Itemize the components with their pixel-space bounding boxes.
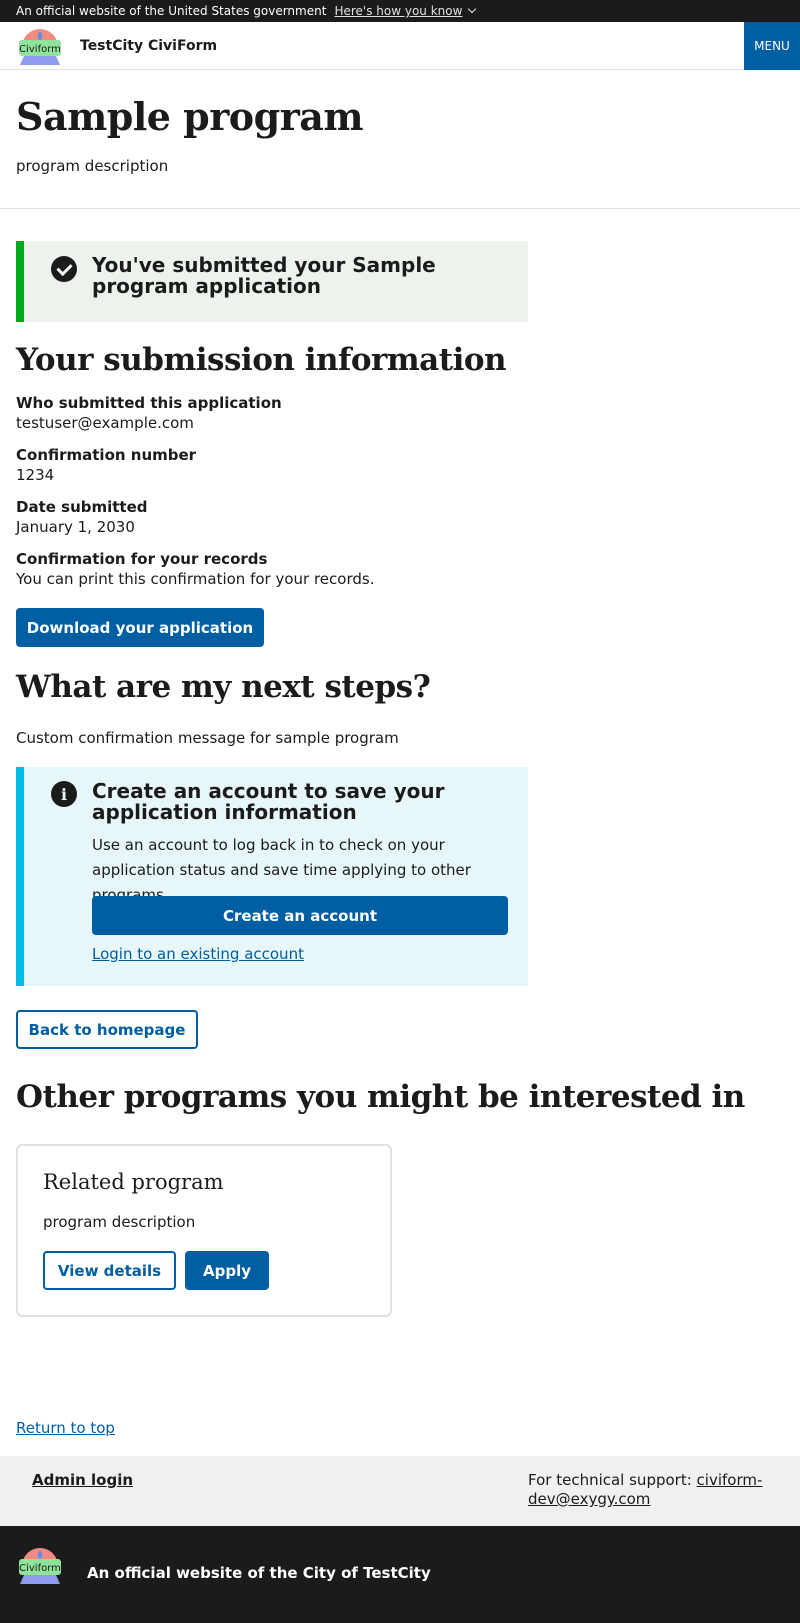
admin-login-link[interactable]: Admin login <box>32 1471 133 1489</box>
submitter-info: Who submitted this application testuser@… <box>16 394 784 432</box>
submission-heading: Your submission information <box>16 342 507 378</box>
info-label: Confirmation number <box>16 446 197 464</box>
back-to-homepage-button[interactable]: Back to homepage <box>16 1010 198 1049</box>
gov-banner: An official website of the United States… <box>0 0 800 22</box>
chevron-down-icon <box>468 4 477 14</box>
card-title: Related program <box>43 1170 224 1194</box>
main-content: You've submitted your Sample program app… <box>0 241 800 1317</box>
success-alert: You've submitted your Sample program app… <box>16 241 528 322</box>
apply-button[interactable]: Apply <box>185 1251 269 1290</box>
site-header: Civiform TestCity CiviForm MENU <box>0 22 800 70</box>
heres-how-you-know-label: Here's how you know <box>334 4 463 18</box>
info-label: Who submitted this application <box>16 394 282 412</box>
login-existing-account-link[interactable]: Login to an existing account <box>92 945 304 963</box>
check-circle-icon <box>51 256 77 282</box>
footer-logo-text: Civiform <box>19 1563 61 1574</box>
program-description: program description <box>16 157 169 175</box>
info-label: Date submitted <box>16 498 148 516</box>
confirmation-number-info: Confirmation number 1234 <box>16 446 784 484</box>
civiform-footer-logo: Civiform <box>19 1548 61 1584</box>
info-icon: i <box>51 781 77 807</box>
civiform-logo[interactable]: Civiform <box>16 25 64 67</box>
footer-secondary: Admin login For technical support: civif… <box>0 1456 800 1526</box>
program-hero: Sample program program description <box>0 70 800 209</box>
info-label: Confirmation for your records <box>16 550 268 568</box>
menu-button[interactable]: MENU <box>744 22 800 70</box>
support-prefix: For technical support: <box>528 1471 692 1489</box>
download-application-button[interactable]: Download your application <box>16 608 264 647</box>
card-description: program description <box>43 1213 196 1231</box>
date-submitted-info: Date submitted January 1, 2030 <box>16 498 784 536</box>
logo-text: Civiform <box>19 44 61 55</box>
other-programs-heading: Other programs you might be interested i… <box>16 1079 745 1115</box>
view-details-button[interactable]: View details <box>43 1251 176 1290</box>
technical-support: For technical support: civiform-dev@exyg… <box>528 1471 768 1509</box>
gov-banner-text: An official website of the United States… <box>16 4 327 18</box>
footer-identifier: Civiform An official website of the City… <box>0 1526 800 1623</box>
official-city-website-text: An official website of the City of TestC… <box>87 1564 431 1582</box>
confirmation-message: Custom confirmation message for sample p… <box>16 729 399 747</box>
site-name[interactable]: TestCity CiviForm <box>80 38 217 54</box>
next-steps-heading: What are my next steps? <box>16 669 431 705</box>
create-account-alert: i Create an account to save your applica… <box>16 767 528 986</box>
info-value: 1234 <box>16 466 55 484</box>
create-account-button[interactable]: Create an account <box>92 896 508 935</box>
confirmation-records-info: Confirmation for your records You can pr… <box>16 550 784 588</box>
info-value: testuser@example.com <box>16 414 194 432</box>
create-account-alert-title: Create an account to save your applicati… <box>92 779 445 824</box>
page-title: Sample program <box>16 94 364 139</box>
return-to-top-link[interactable]: Return to top <box>16 1419 115 1437</box>
info-value: You can print this confirmation for your… <box>16 570 375 588</box>
success-alert-title: You've submitted your Sample program app… <box>92 253 436 298</box>
program-card: Related program program description View… <box>16 1144 392 1317</box>
info-value: January 1, 2030 <box>16 518 135 536</box>
heres-how-you-know-link[interactable]: Here's how you know <box>334 4 477 18</box>
